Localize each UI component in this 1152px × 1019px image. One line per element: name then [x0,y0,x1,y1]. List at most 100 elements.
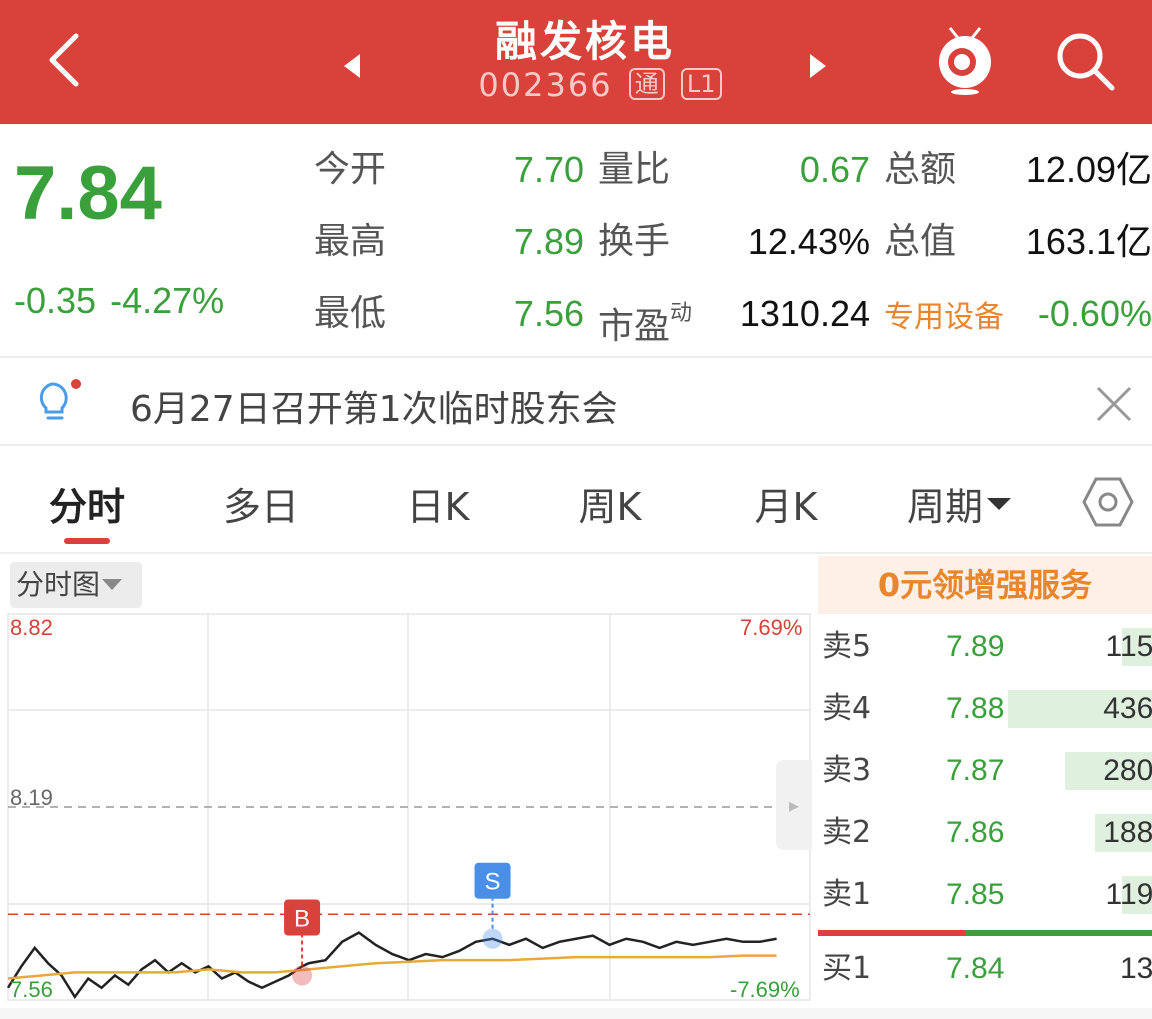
tab-multi-day[interactable]: 多日 [218,476,304,531]
level-tag: L1 [680,68,722,100]
caret-down-icon [987,498,1011,510]
tab-weekly-k[interactable]: 周K [572,476,648,531]
settings-hexagon-icon[interactable] [1082,476,1134,528]
stock-code: 002366 [478,66,613,104]
triangle-right-icon[interactable] [806,52,830,80]
marker-dot [482,928,503,949]
intraday-chart[interactable]: BS [0,610,812,1002]
sell-marker[interactable]: S [474,862,511,949]
top-header: 融发核电 002366 通 L1 [0,0,1152,124]
y-axis-mid-label: 8.19 [10,785,53,810]
label-turnover-amount: 总额 [884,149,957,190]
close-icon[interactable] [1094,384,1134,424]
buy-marker[interactable]: B [284,899,321,986]
search-icon[interactable] [1052,28,1118,94]
ask-row-5: 卖5 7.89 1157 [818,624,1152,670]
current-price: 7.84 [14,151,162,236]
label-high: 最高 [314,221,387,262]
triangle-left-icon[interactable] [340,52,364,80]
ask-volume: 1884 [1103,816,1152,849]
y-axis-top-label: 8.82 [10,615,53,640]
industry-link[interactable]: 专用设备 [884,296,1004,340]
ask-price: 7.89 [946,630,1005,663]
stock-name: 融发核电 [494,17,675,66]
marker-layer: BS [284,862,511,986]
marker-label: B [294,905,310,932]
pct-bottom-label: -7.69% [730,977,800,1002]
value-open: 7.70 [513,149,584,190]
series-layer [6,931,777,1000]
label-market-cap: 总值 [884,221,957,262]
caret-down-icon [102,579,123,590]
label-turnover-rate: 换手 [598,221,671,262]
tab-period-label: 周期 [906,485,983,529]
divider [0,552,1152,554]
ask-label: 卖4 [822,691,872,726]
chevron-left-icon[interactable] [40,30,90,90]
label-pe-text: 市盈 [598,306,671,347]
divider [0,356,1152,358]
ask-volume: 1157 [1105,630,1152,663]
ask-label: 卖5 [822,629,872,664]
ask-row-4: 卖4 7.88 4364 [818,686,1152,732]
notice-text[interactable]: 6月27日召开第1次临时股东会 [130,380,618,432]
ask-label: 卖2 [822,815,872,850]
expand-panel-handle[interactable]: ▸ [776,760,812,850]
value-turnover-rate: 12.43% [747,221,870,262]
pct-top-label: 7.69% [740,615,803,640]
label-volume-ratio: 量比 [598,149,671,190]
value-pe: 1310.24 [739,293,870,334]
tab-monthly-k[interactable]: 月K [748,476,824,531]
bid-price: 7.84 [946,952,1005,985]
price-line [6,931,777,1000]
tab-period[interactable]: 周期 [900,476,1020,531]
bid-row-1: 买1 7.84 132 [818,946,1152,992]
value-high: 7.89 [513,221,584,262]
y-axis-bottom-label: 7.56 [10,977,53,1002]
ask-price: 7.87 [946,754,1005,787]
ask-row-1: 卖1 7.85 1190 [818,872,1152,918]
ask-volume: 1190 [1105,878,1152,911]
label-pe: 市盈动 [598,292,692,349]
ask-volume: 4364 [1103,692,1152,725]
stock-code-line: 002366 通 L1 [380,66,820,104]
value-turnover-amount: 12.09亿 [1025,149,1152,190]
label-open: 今开 [314,149,387,190]
value-volume-ratio: 0.67 [799,149,870,190]
tab-daily-k[interactable]: 日K [400,476,476,531]
bottom-edge [0,1008,1152,1019]
change-amount: -0.35 [14,280,97,321]
chart-grid [7,613,811,1001]
ask-row-2: 卖2 7.86 1884 [818,810,1152,856]
ask-label: 卖3 [822,753,872,788]
industry-change: -0.60% [1037,293,1152,334]
price-change: -0.35 -4.27% [14,280,224,322]
ask-price: 7.85 [946,878,1005,911]
lightbulb-icon [39,379,81,420]
mascot-icon[interactable] [932,22,998,96]
active-tab-indicator [64,538,110,544]
chart-type-label: 分时图 [16,568,101,601]
tab-intraday[interactable]: 分时 [44,476,130,531]
value-market-cap: 163.1亿 [1025,221,1152,262]
ask-label: 卖1 [822,877,872,912]
bid-label: 买1 [822,951,872,986]
connect-tag: 通 [628,68,665,100]
divider [0,444,1152,446]
ask-price: 7.88 [946,692,1005,725]
marker-dot [292,965,313,986]
bid-volume: 132 [1119,952,1152,985]
average-price-line [7,954,777,980]
ask-row-3: 卖3 7.87 2801 [818,748,1152,794]
ask-volume: 2801 [1103,754,1152,787]
change-percent: -4.27% [110,280,225,321]
chart-type-selector[interactable]: 分时图 [10,562,142,608]
label-pe-sup: 动 [670,301,693,326]
label-low: 最低 [314,293,387,334]
value-low: 7.56 [513,293,584,334]
buy-sell-ratio-red [818,930,965,936]
buy-sell-ratio-green [964,930,1152,936]
promo-banner[interactable]: 0元领增强服务 [818,556,1152,614]
marker-label: S [485,869,501,896]
ask-price: 7.86 [946,816,1005,849]
